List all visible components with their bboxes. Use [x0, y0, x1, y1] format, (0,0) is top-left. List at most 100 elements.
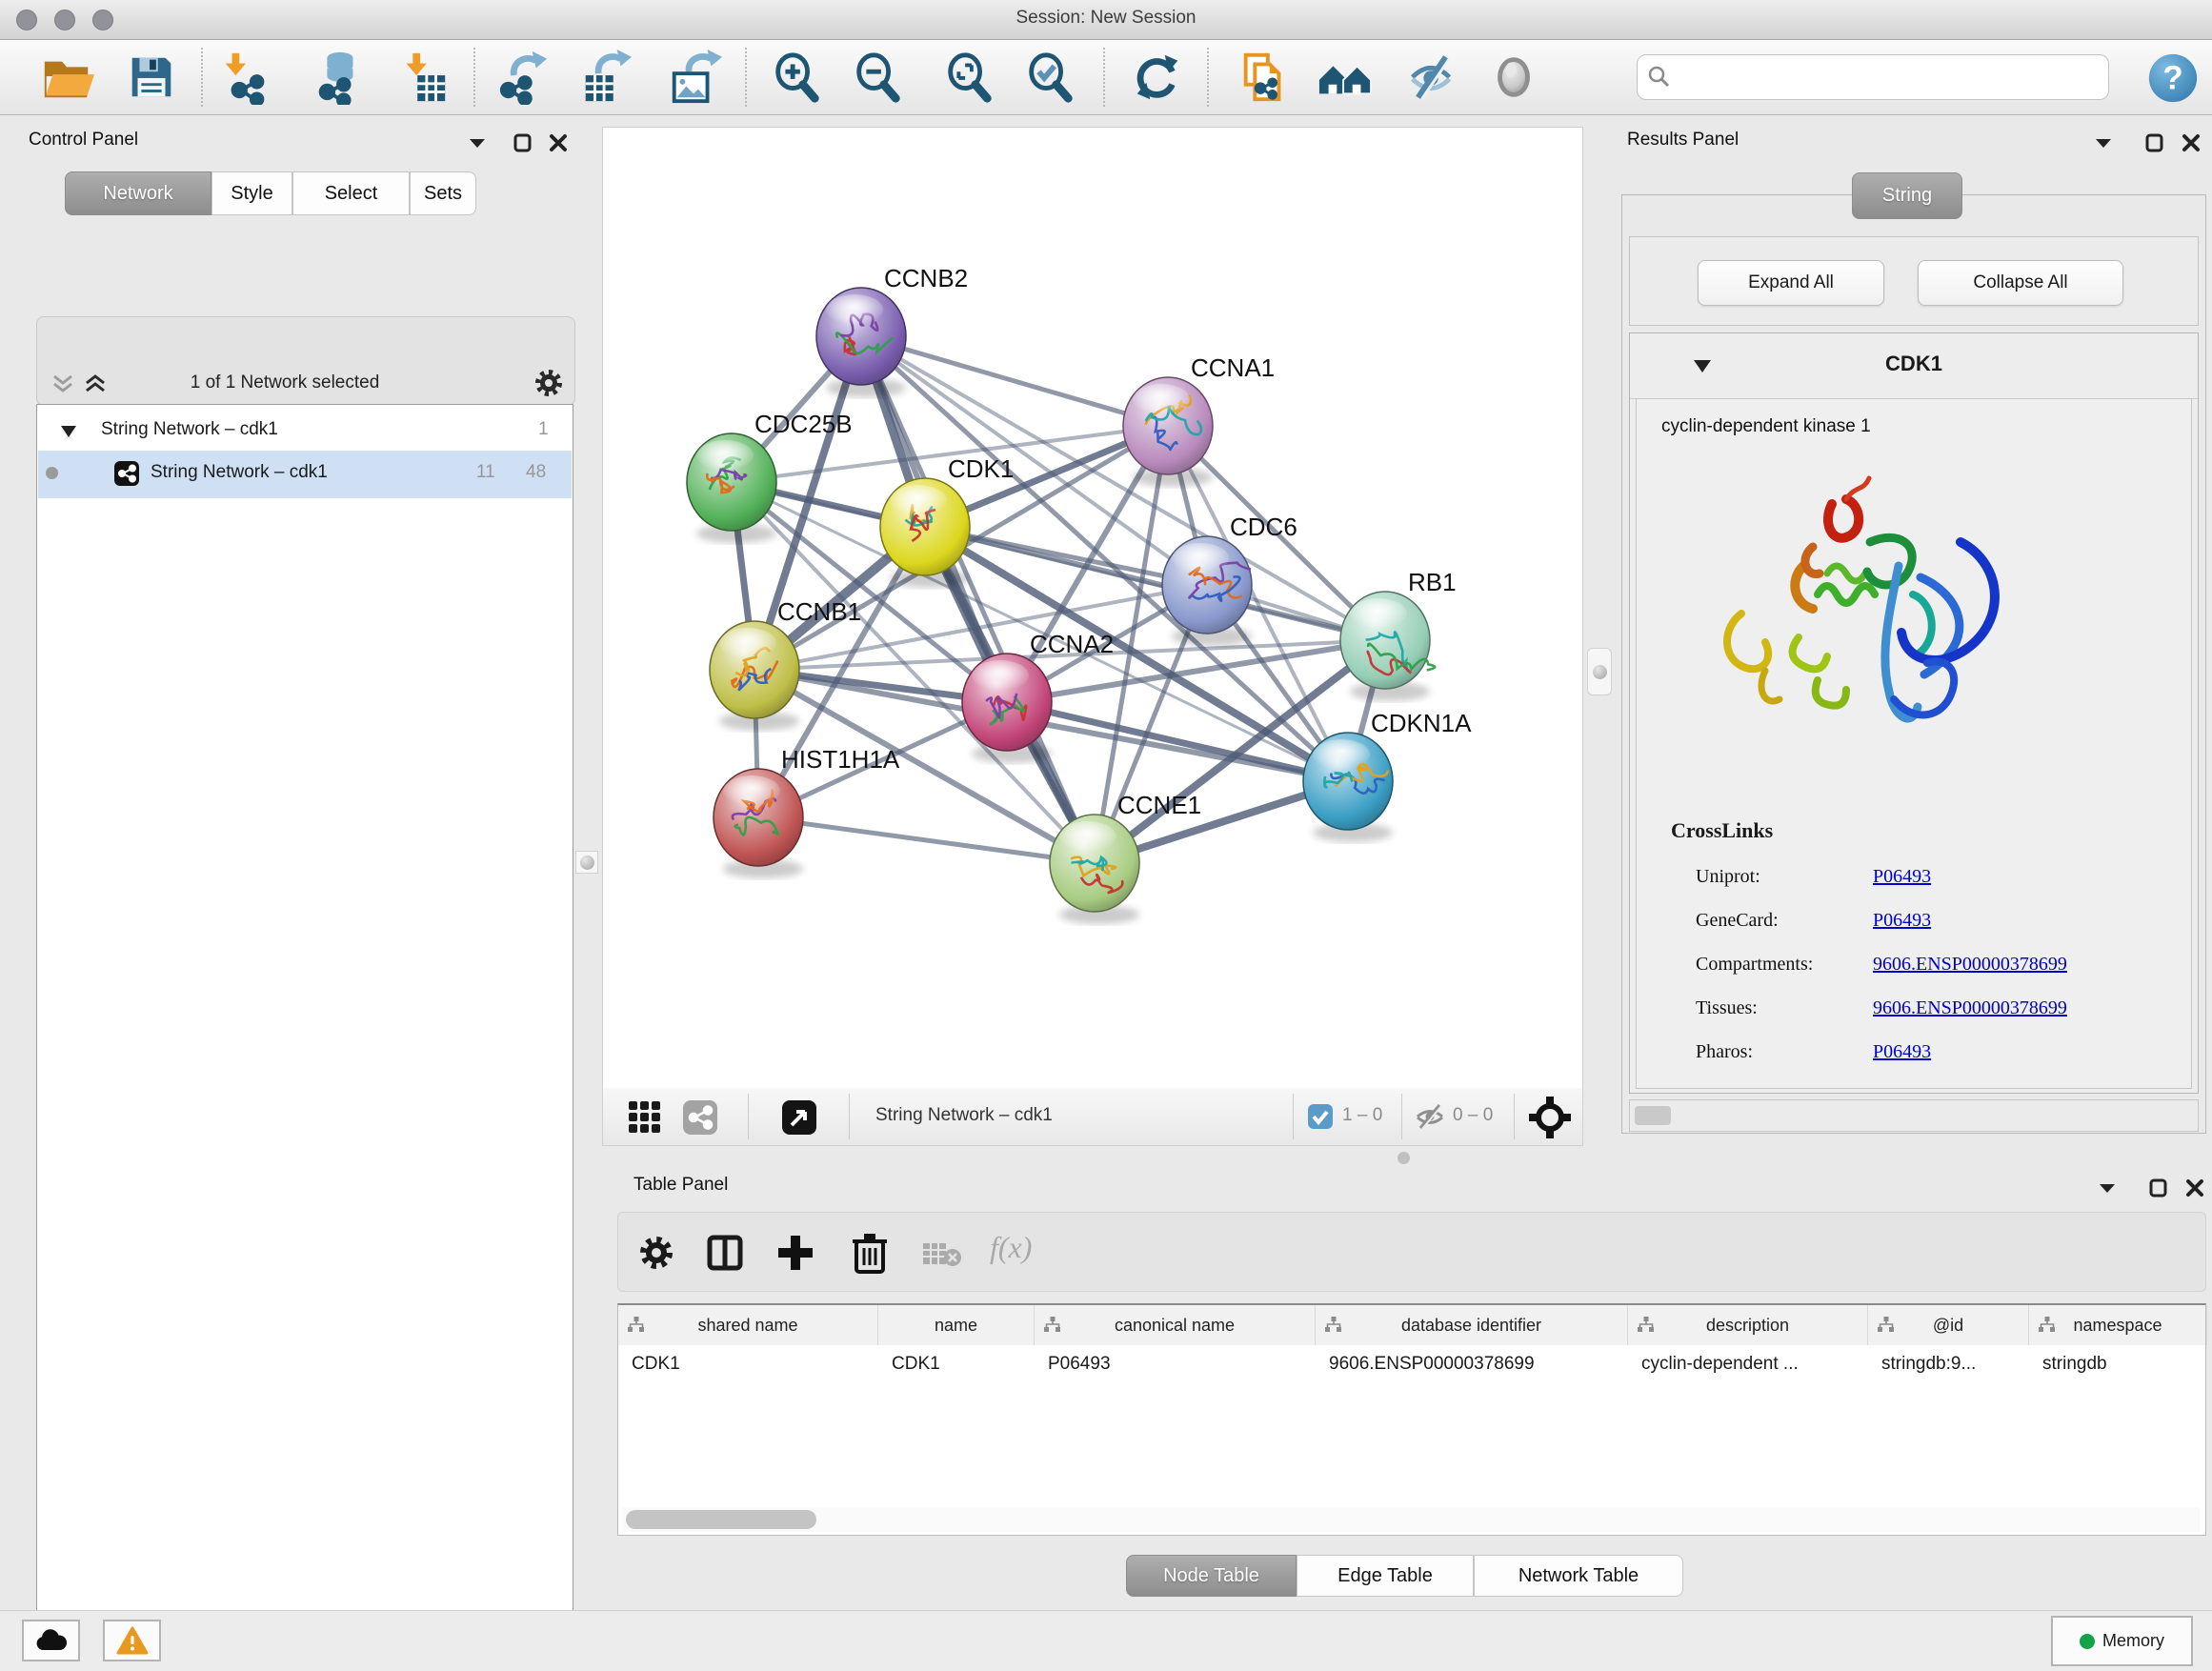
selected-checkbox-icon[interactable]	[1308, 1104, 1333, 1129]
network-graph[interactable]: CCNB2CCNA1CDC25BCDK1CDC6RB1CCNB1CCNA2CDK…	[603, 128, 1582, 1088]
network-status-dot-icon	[46, 467, 58, 479]
table-cell[interactable]: CDK1	[618, 1345, 878, 1383]
show-columns-icon[interactable]	[706, 1234, 744, 1272]
starter-panel-homes-icon[interactable]	[1317, 50, 1373, 105]
table-cell[interactable]: CDK1	[878, 1345, 1035, 1383]
network-row-selected[interactable]: String Network – cdk1 11 48	[38, 451, 572, 498]
crosslink-row: GeneCard:P06493	[1637, 902, 2193, 946]
results-panel-float-icon[interactable]	[2092, 131, 2115, 154]
graphics-details-eye-icon[interactable]	[1487, 50, 1542, 105]
memory-button[interactable]: Memory	[2051, 1616, 2193, 1666]
node-RB1[interactable]: RB1	[1340, 568, 1457, 701]
column-header-namespace[interactable]: namespace	[2029, 1305, 2207, 1345]
column-header-database-identifier[interactable]: database identifier	[1316, 1305, 1628, 1345]
tab-sets[interactable]: Sets	[410, 171, 476, 215]
table-panel-close-icon[interactable]	[2183, 1177, 2206, 1199]
table-hscrollbar-thumb[interactable]	[626, 1510, 816, 1529]
table-cell[interactable]: cyclin-dependent ...	[1628, 1345, 1868, 1383]
open-session-icon[interactable]	[39, 50, 94, 105]
expand-all-button[interactable]: Expand All	[1698, 260, 1884, 306]
search-field[interactable]	[1637, 54, 2109, 100]
edge-HIST1H1A-CCNE1[interactable]	[758, 817, 1095, 863]
move-target-icon[interactable]	[1529, 1097, 1571, 1138]
search-input[interactable]	[1679, 59, 2102, 95]
tab-style[interactable]: Style	[211, 171, 292, 215]
export-network-icon[interactable]	[497, 50, 553, 105]
zoom-in-icon[interactable]	[769, 50, 824, 105]
import-network-file-icon[interactable]	[219, 50, 274, 105]
control-panel-close-icon[interactable]	[547, 131, 570, 154]
table-settings-gear-icon[interactable]	[637, 1234, 675, 1272]
grid-view-icon[interactable]	[628, 1100, 662, 1135]
warnings-button[interactable]	[103, 1620, 161, 1661]
tab-edge-table[interactable]: Edge Table	[1297, 1555, 1474, 1597]
table-cell[interactable]: P06493	[1035, 1345, 1316, 1383]
edge-CCNB2-CCNE1[interactable]	[861, 336, 1095, 863]
add-column-icon[interactable]	[776, 1234, 814, 1272]
export-image-icon[interactable]	[667, 50, 722, 105]
birds-eye-share-icon[interactable]	[683, 1100, 717, 1135]
network-canvas[interactable]: CCNB2CCNA1CDC25BCDK1CDC6RB1CCNB1CCNA2CDK…	[602, 127, 1583, 1089]
node-label-CDK1: CDK1	[948, 454, 1014, 483]
import-table-icon[interactable]	[395, 50, 451, 105]
hidden-eye-slash-icon[interactable]	[1415, 1103, 1445, 1130]
import-string-network-icon[interactable]	[1237, 50, 1292, 105]
help-icon[interactable]: ?	[2145, 50, 2201, 106]
delete-column-trash-icon[interactable]	[851, 1232, 889, 1274]
crosslink-link[interactable]: P06493	[1873, 910, 1931, 932]
column-header-shared-name[interactable]: shared name	[618, 1305, 878, 1345]
results-tab-string[interactable]: String	[1852, 172, 1962, 219]
cloud-status-button[interactable]	[22, 1620, 80, 1661]
crosslink-label: Uniprot:	[1696, 866, 1760, 888]
tab-node-table[interactable]: Node Table	[1126, 1555, 1297, 1597]
column-header--id[interactable]: @id	[1868, 1305, 2029, 1345]
left-splitter-handle[interactable]	[575, 851, 598, 874]
table-cell[interactable]: stringdb	[2029, 1345, 2207, 1383]
control-panel-float-icon[interactable]	[466, 131, 489, 154]
zoom-fit-content-icon[interactable]	[941, 50, 996, 105]
tab-select[interactable]: Select	[292, 171, 410, 215]
crosslink-link[interactable]: 9606.ENSP00000378699	[1873, 997, 2067, 1019]
control-panel-maximize-icon[interactable]	[512, 131, 534, 154]
hide-panels-eye-slash-icon[interactable]	[1405, 50, 1460, 105]
network-collection-row[interactable]: String Network – cdk1 1	[38, 413, 572, 451]
column-header-name[interactable]: name	[878, 1305, 1035, 1345]
table-row[interactable]: CDK1CDK1P064939606.ENSP00000378699cyclin…	[618, 1345, 2205, 1383]
refresh-view-icon[interactable]	[1130, 50, 1185, 105]
crosslink-link[interactable]: P06493	[1873, 1041, 1931, 1063]
tab-network[interactable]: Network	[65, 171, 211, 215]
right-splitter-handle[interactable]	[1587, 648, 1612, 695]
collection-expander-icon[interactable]	[59, 424, 78, 439]
crosslink-link[interactable]: P06493	[1873, 866, 1931, 888]
node-HIST1H1A[interactable]: HIST1H1A	[714, 745, 900, 878]
node-attribute-table[interactable]: shared namenamecanonical namedatabase id…	[617, 1303, 2206, 1536]
save-session-icon[interactable]	[124, 50, 179, 105]
results-panel-maximize-icon[interactable]	[2143, 131, 2166, 154]
table-panel-float-icon[interactable]	[2096, 1177, 2119, 1199]
column-header-description[interactable]: description	[1628, 1305, 1868, 1345]
table-hscrollbar-track[interactable]	[622, 1507, 2200, 1532]
results-panel-close-icon[interactable]	[2180, 131, 2202, 154]
results-scrollbar-track[interactable]	[1629, 1099, 2199, 1132]
network-options-gear-icon[interactable]	[533, 368, 564, 398]
node-CDKN1A[interactable]: CDKN1A	[1303, 709, 1472, 842]
node-CCNA1[interactable]: CCNA1	[1123, 353, 1275, 487]
open-in-new-window-icon[interactable]	[782, 1100, 816, 1135]
main-toolbar: ?	[0, 40, 2212, 115]
tab-network-table[interactable]: Network Table	[1474, 1555, 1683, 1597]
table-cell[interactable]: 9606.ENSP00000378699	[1316, 1345, 1628, 1383]
table-cell[interactable]: stringdb:9...	[1868, 1345, 2029, 1383]
table-panel-maximize-icon[interactable]	[2147, 1177, 2170, 1199]
column-header-canonical-name[interactable]: canonical name	[1035, 1305, 1316, 1345]
crosslink-link[interactable]: 9606.ENSP00000378699	[1873, 954, 2067, 976]
results-scrollbar-thumb[interactable]	[1635, 1106, 1671, 1125]
node-CCNB2[interactable]: CCNB2	[816, 264, 968, 397]
zoom-selected-icon[interactable]	[1022, 50, 1077, 105]
export-table-icon[interactable]	[578, 50, 633, 105]
zoom-out-icon[interactable]	[850, 50, 905, 105]
collapse-all-button[interactable]: Collapse All	[1918, 260, 2123, 306]
import-network-database-icon[interactable]	[311, 50, 366, 105]
horizontal-splitter-handle[interactable]	[1398, 1152, 1410, 1164]
gene-section-header[interactable]: CDK1	[1630, 333, 2198, 399]
control-panel-title: Control Panel	[29, 130, 138, 151]
